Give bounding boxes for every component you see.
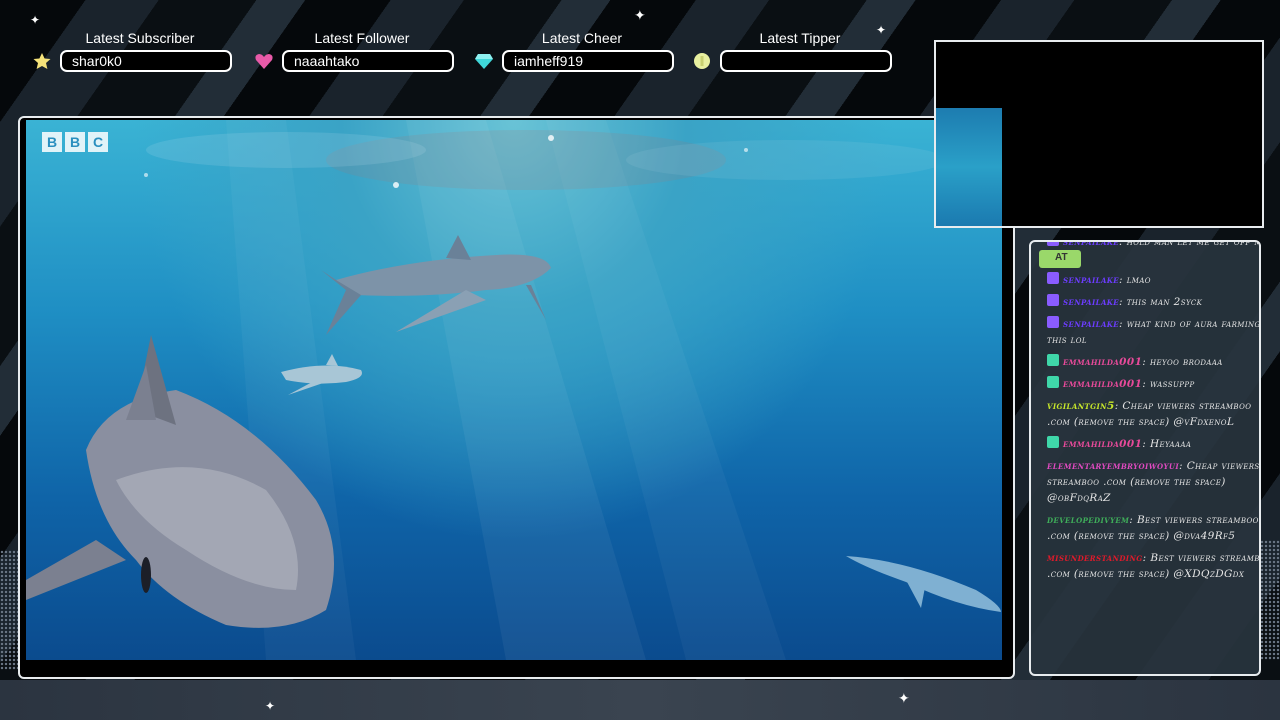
chat-username[interactable]: developedivyem — [1047, 514, 1129, 526]
watermark-letter: B — [65, 132, 85, 152]
underwater-scene — [26, 120, 1001, 660]
webcam-frame — [934, 40, 1264, 228]
chat-username[interactable]: emmahilda001 — [1063, 378, 1142, 390]
watermark-letter: B — [42, 132, 62, 152]
chat-text: heyoo brodaaa — [1149, 356, 1223, 368]
chat-message: emmahilda001: wassuppp — [1047, 376, 1259, 392]
latest-follower-widget: Latest Follower naaahtako — [255, 30, 462, 74]
latest-subscriber-widget: Latest Subscriber shar0k0 — [33, 30, 240, 74]
chat-message: senpailake: this man 2syck — [1047, 294, 1259, 310]
gem-icon — [475, 54, 493, 69]
chat-text: Heyaaaa — [1149, 438, 1192, 450]
chat-text: wassuppp — [1149, 378, 1195, 390]
chat-message: senpailake: what kind of aura farming is… — [1047, 316, 1259, 348]
user-badge-icon — [1047, 294, 1059, 306]
chat-message: misunderstanding: Best viewers streamboo… — [1047, 550, 1259, 582]
latest-subscriber-label: Latest Subscriber — [85, 30, 195, 46]
chat-message: elementaryembryoiwoyui: Cheap viewers st… — [1047, 460, 1260, 504]
chat-message: senpailake: lmao — [1047, 272, 1259, 288]
latest-follower-value: naaahtako — [282, 50, 454, 72]
video-frame: B B C — [18, 116, 1015, 679]
star-icon — [33, 53, 51, 69]
dot-pattern-right — [1260, 540, 1280, 660]
chat-message: vigilantgin5: Cheap viewers streamboo .c… — [1047, 400, 1252, 428]
bottom-band — [0, 680, 1280, 720]
user-badge-icon — [1047, 242, 1059, 246]
watermark-letter: C — [88, 132, 108, 152]
user-badge-icon — [1047, 436, 1059, 448]
chat-username[interactable]: senpailake — [1063, 274, 1119, 286]
latest-subscriber-value: shar0k0 — [60, 50, 232, 72]
latest-cheer-label: Latest Cheer — [541, 30, 623, 46]
chat-text: this man 2syck — [1126, 296, 1203, 308]
bbc-watermark: B B C — [42, 132, 108, 152]
chat-messages: senpailake: my bdsenpailake: hold man le… — [1047, 242, 1260, 588]
latest-cheer-widget: Latest Cheer iamheff919 — [475, 30, 682, 74]
user-badge-icon — [1047, 272, 1059, 284]
latest-tipper-value — [720, 50, 892, 72]
user-badge-icon — [1047, 376, 1059, 388]
chat-message: emmahilda001: Heyaaaa — [1047, 436, 1259, 452]
chat-message: developedivyem: Best viewers streamboo .… — [1047, 514, 1259, 542]
sparkle-icon: ✦ — [898, 691, 910, 707]
latest-tipper-label: Latest Tipper — [759, 30, 841, 46]
chat-message: emmahilda001: heyoo brodaaa — [1047, 354, 1259, 370]
coin-icon — [694, 53, 710, 69]
chat-tag: AT — [1039, 250, 1081, 268]
chat-username[interactable]: senpailake — [1063, 242, 1119, 248]
sparkle-icon: ✦ — [634, 8, 646, 24]
video-player[interactable]: B B C — [26, 120, 1002, 660]
heart-icon — [255, 54, 273, 69]
chat-text: lmao — [1126, 274, 1151, 286]
latest-cheer-value: iamheff919 — [502, 50, 674, 72]
sparkle-icon: ✦ — [30, 13, 41, 27]
webcam-preview — [936, 108, 1002, 226]
chat-username[interactable]: elementaryembryoiwoyui — [1047, 460, 1179, 472]
chat-username[interactable]: vigilantgin5 — [1047, 400, 1115, 412]
chat-username[interactable]: emmahilda001 — [1063, 438, 1142, 450]
chat-username[interactable]: senpailake — [1063, 296, 1119, 308]
sparkle-icon: ✦ — [265, 699, 276, 713]
chat-panel: senpailake: my bdsenpailake: hold man le… — [1029, 240, 1261, 676]
chat-username[interactable]: misunderstanding — [1047, 552, 1143, 564]
chat-username[interactable]: emmahilda001 — [1063, 356, 1142, 368]
user-badge-icon — [1047, 354, 1059, 366]
user-badge-icon — [1047, 316, 1059, 328]
chat-username[interactable]: senpailake — [1063, 318, 1119, 330]
shark-4 — [846, 556, 1001, 612]
latest-follower-label: Latest Follower — [314, 30, 410, 46]
latest-tipper-widget: Latest Tipper — [694, 30, 900, 74]
